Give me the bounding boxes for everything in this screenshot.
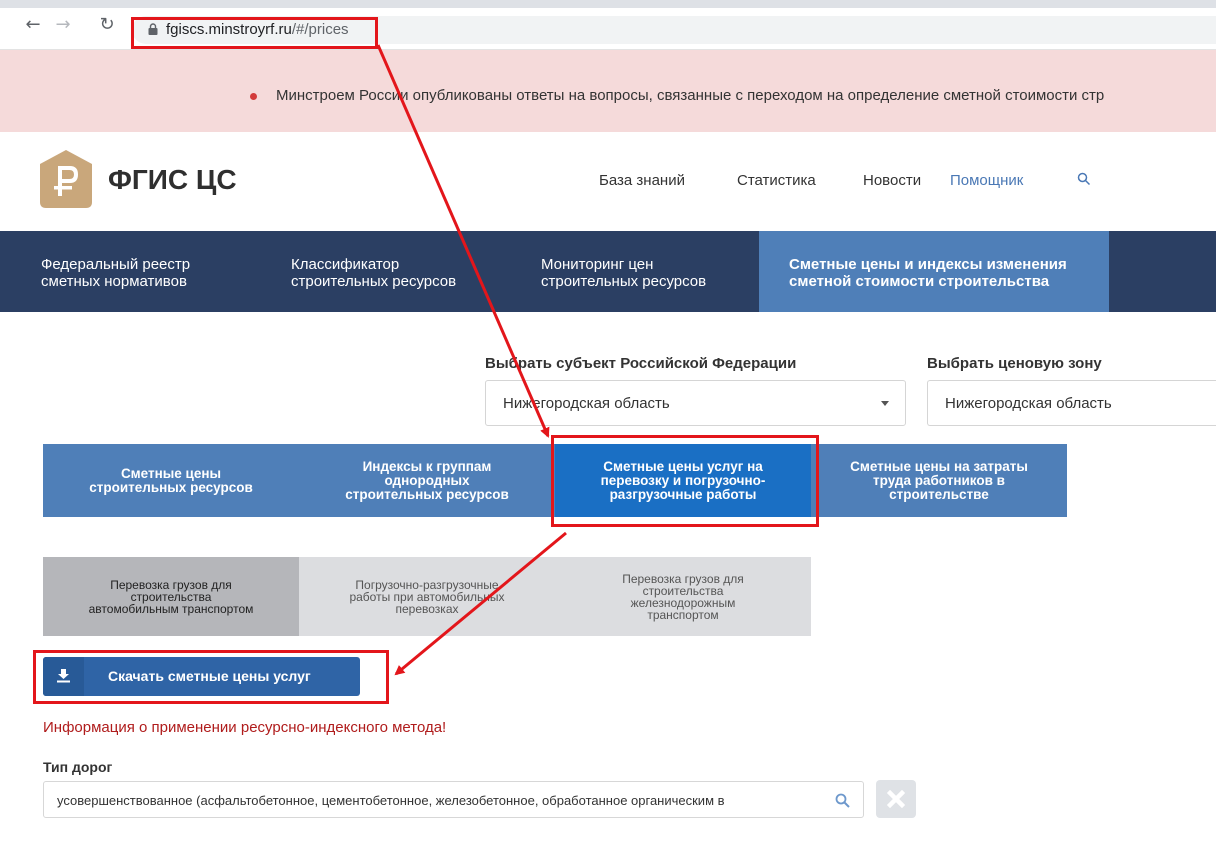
nav-assistant[interactable]: Помощник xyxy=(950,172,1023,189)
menu-resource-classifier[interactable]: Классификатор строительных ресурсов xyxy=(291,231,456,312)
subtab-label: железнодорожным xyxy=(630,595,736,610)
tab-label: строительстве xyxy=(889,486,989,502)
nav-news[interactable]: Новости xyxy=(863,172,921,189)
zone-value: Нижегородская область xyxy=(945,395,1112,412)
menu-label: строительных ресурсов xyxy=(291,273,457,290)
annotation-url-box xyxy=(131,17,378,49)
menu-label: Федеральный реестр xyxy=(41,256,191,273)
road-type-label: Тип дорог xyxy=(43,759,113,775)
menu-label: сметных нормативов xyxy=(41,273,187,290)
subtab-label: транспортом xyxy=(647,607,719,622)
road-type-value: усовершенствованное (асфальтобетонное, ц… xyxy=(57,793,725,808)
annotation-button-box xyxy=(33,650,389,704)
tab-label: строительных ресурсов xyxy=(345,486,509,502)
transport-subtabs: Перевозка грузов для строительства автомоб… xyxy=(43,557,811,636)
announcement-text[interactable]: Минстроем России опубликованы ответы на … xyxy=(276,87,1104,104)
zone-label: Выбрать ценовую зону xyxy=(927,355,1102,372)
subtab-label: Погрузочно-разгрузочные xyxy=(355,577,499,592)
tab-strip xyxy=(0,0,1216,8)
tab-labor-costs[interactable]: Сметные цены на затраты труда работников … xyxy=(811,444,1067,517)
subtab-label: Перевозка грузов для xyxy=(110,577,232,592)
arrow-right-icon[interactable]: → xyxy=(52,14,74,36)
nav-statistics[interactable]: Статистика xyxy=(737,172,816,189)
clear-button[interactable] xyxy=(876,780,916,818)
subtab-label: Перевозка грузов для xyxy=(622,571,744,586)
chevron-down-icon xyxy=(881,401,889,406)
search-icon[interactable] xyxy=(835,793,850,808)
resource-index-info-link[interactable]: Информация о применении ресурсно-индексн… xyxy=(43,719,446,736)
menu-federal-registry[interactable]: Федеральный реестр сметных нормативов xyxy=(41,231,190,312)
menu-label: Классификатор xyxy=(291,256,400,273)
subtab-label: перевозках xyxy=(395,601,459,616)
zone-select[interactable]: Нижегородская область xyxy=(927,380,1216,426)
menu-label: сметной стоимости строительства xyxy=(789,273,1050,290)
announcement-banner: Минстроем России опубликованы ответы на … xyxy=(0,50,1216,132)
annotation-tab-box xyxy=(551,435,819,527)
brand-title[interactable]: ФГИС ЦС xyxy=(108,164,237,196)
menu-label: Мониторинг цен xyxy=(541,256,654,273)
tab-resource-prices[interactable]: Сметные цены строительных ресурсов xyxy=(43,444,299,517)
tab-label: Сметные цены xyxy=(120,465,222,481)
subtab-label: работы при автомобильных xyxy=(349,589,505,604)
subtab-rail-transport[interactable]: Перевозка грузов для строительства железно… xyxy=(555,557,811,636)
subtab-label: строительства xyxy=(642,583,724,598)
tab-label: Сметные цены на затраты xyxy=(850,458,1028,474)
tab-label: строительных ресурсов xyxy=(89,479,253,495)
reload-icon[interactable]: ↻ xyxy=(96,14,118,36)
subtab-label: строительства xyxy=(130,589,212,604)
tab-group-indices[interactable]: Индексы к группам однородных строительных … xyxy=(299,444,555,517)
menu-label: строительных ресурсов xyxy=(541,273,707,290)
subtab-loading-unloading[interactable]: Погрузочно-разгрузочные работы при автомо… xyxy=(299,557,555,636)
tab-label: однородных xyxy=(384,472,470,488)
subtab-road-transport[interactable]: Перевозка грузов для строительства автомоб… xyxy=(43,557,299,636)
road-type-input[interactable]: усовершенствованное (асфальтобетонное, ц… xyxy=(43,781,864,818)
search-icon[interactable] xyxy=(1077,172,1091,186)
subject-select[interactable]: Нижегородская область xyxy=(485,380,906,426)
menu-estimate-prices[interactable]: Сметные цены и индексы изменения сметной… xyxy=(759,231,1109,312)
main-menu: Федеральный реестр сметных нормативов Кл… xyxy=(0,231,1216,312)
subject-value: Нижегородская область xyxy=(503,395,670,412)
bullet-icon xyxy=(250,93,257,100)
nav-knowledge-base[interactable]: База знаний xyxy=(599,172,685,189)
close-icon xyxy=(887,790,905,808)
tab-label: труда работников в xyxy=(873,472,1005,488)
menu-price-monitoring[interactable]: Мониторинг цен строительных ресурсов xyxy=(541,231,706,312)
arrow-left-icon[interactable]: ← xyxy=(22,14,44,36)
subject-label: Выбрать субъект Российской Федерации xyxy=(485,355,797,372)
ruble-logo-icon xyxy=(40,150,92,208)
tab-label: Индексы к группам xyxy=(362,458,492,474)
menu-label: Сметные цены и индексы изменения xyxy=(789,256,1067,273)
subtab-label: автомобильным транспортом xyxy=(88,601,254,616)
